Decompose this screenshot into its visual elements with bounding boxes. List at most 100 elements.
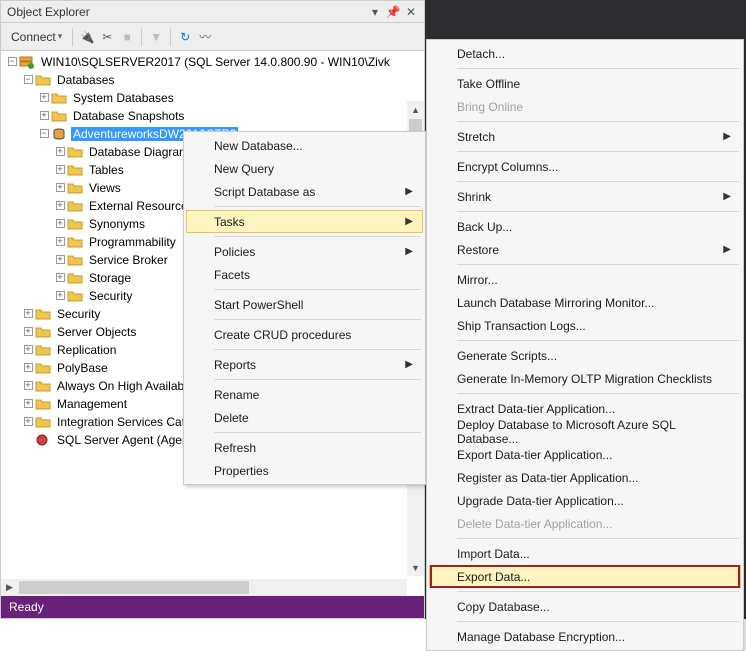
expand-toggle[interactable]: + — [21, 381, 35, 392]
menu-refresh[interactable]: Refresh — [186, 436, 423, 459]
menu-reports[interactable]: Reports▶ — [186, 353, 423, 376]
node-label: System Databases — [71, 91, 176, 105]
menu-create-crud[interactable]: Create CRUD procedures — [186, 323, 423, 346]
filter-icon[interactable]: ▼ — [146, 30, 166, 44]
scroll-down-icon[interactable]: ▼ — [407, 559, 424, 576]
menu-delete-datatier: Delete Data-tier Application... — [429, 512, 741, 535]
menu-stretch[interactable]: Stretch▶ — [429, 125, 741, 148]
menu-upgrade-datatier[interactable]: Upgrade Data-tier Application... — [429, 489, 741, 512]
menu-generate-scripts[interactable]: Generate Scripts... — [429, 344, 741, 367]
menu-ship-logs[interactable]: Ship Transaction Logs... — [429, 314, 741, 337]
expand-toggle[interactable]: + — [21, 363, 35, 374]
expand-toggle[interactable]: + — [53, 273, 67, 284]
menu-export-data[interactable]: Export Data... — [429, 565, 741, 588]
connect-icon[interactable]: 🔌 — [77, 30, 97, 44]
tree-node-databases[interactable]: − Databases — [1, 71, 424, 89]
expand-toggle[interactable]: + — [37, 111, 51, 122]
menu-start-powershell[interactable]: Start PowerShell — [186, 293, 423, 316]
menu-rename[interactable]: Rename — [186, 383, 423, 406]
menu-take-offline[interactable]: Take Offline — [429, 72, 741, 95]
folder-icon — [67, 145, 83, 159]
menu-label: Generate In-Memory OLTP Migration Checkl… — [457, 372, 712, 386]
expand-toggle[interactable]: + — [53, 291, 67, 302]
expand-toggle[interactable]: − — [5, 57, 19, 68]
menu-import-data[interactable]: Import Data... — [429, 542, 741, 565]
node-label: Security — [87, 289, 134, 303]
separator — [141, 28, 142, 46]
menu-manage-encryption[interactable]: Manage Database Encryption... — [429, 625, 741, 648]
submenu-arrow-icon: ▶ — [405, 359, 413, 370]
expand-toggle[interactable]: + — [53, 219, 67, 230]
connect-button[interactable]: Connect▾ — [5, 25, 68, 49]
expand-toggle[interactable]: + — [53, 147, 67, 158]
menu-mirror[interactable]: Mirror... — [429, 268, 741, 291]
expand-toggle[interactable]: + — [53, 183, 67, 194]
menu-label: Bring Online — [457, 100, 523, 114]
scroll-thumb[interactable] — [19, 581, 249, 594]
folder-icon — [35, 343, 51, 357]
expand-toggle[interactable]: + — [21, 345, 35, 356]
menu-tasks[interactable]: Tasks▶ — [186, 210, 423, 233]
menu-deploy-azure[interactable]: Deploy Database to Microsoft Azure SQL D… — [429, 420, 741, 443]
menu-policies[interactable]: Policies▶ — [186, 240, 423, 263]
tree-node[interactable]: + Database Snapshots — [1, 107, 424, 125]
disconnect-icon[interactable]: ✂ — [97, 30, 117, 44]
menu-separator — [457, 151, 739, 152]
expand-toggle[interactable]: − — [21, 75, 35, 86]
refresh-icon[interactable]: ↻ — [175, 30, 195, 44]
close-icon[interactable]: ✕ — [402, 5, 420, 19]
expand-toggle[interactable]: + — [21, 399, 35, 410]
submenu-arrow-icon: ▶ — [405, 186, 413, 197]
menu-encrypt-columns[interactable]: Encrypt Columns... — [429, 155, 741, 178]
menu-register-datatier[interactable]: Register as Data-tier Application... — [429, 466, 741, 489]
tree-node[interactable]: + System Databases — [1, 89, 424, 107]
menu-separator — [457, 68, 739, 69]
menu-new-database[interactable]: New Database... — [186, 134, 423, 157]
context-menu-tasks: Detach... Take Offline Bring Online Stre… — [426, 39, 744, 651]
expand-toggle[interactable]: + — [21, 327, 35, 338]
expand-toggle[interactable]: + — [53, 201, 67, 212]
expand-toggle[interactable]: + — [37, 93, 51, 104]
node-label: Management — [55, 397, 129, 411]
menu-label: Ship Transaction Logs... — [457, 319, 586, 333]
scroll-right-icon[interactable]: ▶ — [1, 579, 18, 596]
menu-separator — [214, 236, 421, 237]
menu-back-up[interactable]: Back Up... — [429, 215, 741, 238]
menu-script-database[interactable]: Script Database as▶ — [186, 180, 423, 203]
menu-restore[interactable]: Restore▶ — [429, 238, 741, 261]
menu-export-datatier[interactable]: Export Data-tier Application... — [429, 443, 741, 466]
menu-label: Manage Database Encryption... — [457, 630, 625, 644]
menu-bring-online: Bring Online — [429, 95, 741, 118]
stop-icon[interactable]: ■ — [117, 30, 137, 44]
menu-properties[interactable]: Properties — [186, 459, 423, 482]
menu-separator — [214, 289, 421, 290]
horizontal-scrollbar[interactable]: ◀ ▶ — [1, 579, 407, 596]
folder-icon — [67, 181, 83, 195]
menu-detach[interactable]: Detach... — [429, 42, 741, 65]
menu-separator — [457, 591, 739, 592]
expand-toggle[interactable]: − — [37, 129, 51, 140]
menu-delete[interactable]: Delete — [186, 406, 423, 429]
pin-icon[interactable]: 📌 — [384, 5, 402, 19]
expand-toggle[interactable]: + — [53, 237, 67, 248]
expand-toggle[interactable]: + — [21, 417, 35, 428]
menu-launch-mirroring-monitor[interactable]: Launch Database Mirroring Monitor... — [429, 291, 741, 314]
menu-generate-inmemory[interactable]: Generate In-Memory OLTP Migration Checkl… — [429, 367, 741, 390]
node-label: Database Snapshots — [71, 109, 186, 123]
node-label: Database Diagrams — [87, 145, 197, 159]
menu-copy-database[interactable]: Copy Database... — [429, 595, 741, 618]
menu-label: Import Data... — [457, 547, 530, 561]
menu-facets[interactable]: Facets — [186, 263, 423, 286]
dropdown-icon[interactable]: ▾ — [366, 5, 384, 19]
submenu-arrow-icon: ▶ — [723, 191, 731, 202]
menu-label: Back Up... — [457, 220, 512, 234]
menu-new-query[interactable]: New Query — [186, 157, 423, 180]
activity-icon[interactable]: 〰 — [195, 28, 215, 45]
node-label: Replication — [55, 343, 118, 357]
tree-node-server[interactable]: − WIN10\SQLSERVER2017 (SQL Server 14.0.8… — [1, 53, 424, 71]
expand-toggle[interactable]: + — [53, 165, 67, 176]
expand-toggle[interactable]: + — [21, 309, 35, 320]
expand-toggle[interactable]: + — [53, 255, 67, 266]
menu-shrink[interactable]: Shrink▶ — [429, 185, 741, 208]
scroll-up-icon[interactable]: ▲ — [407, 101, 424, 118]
